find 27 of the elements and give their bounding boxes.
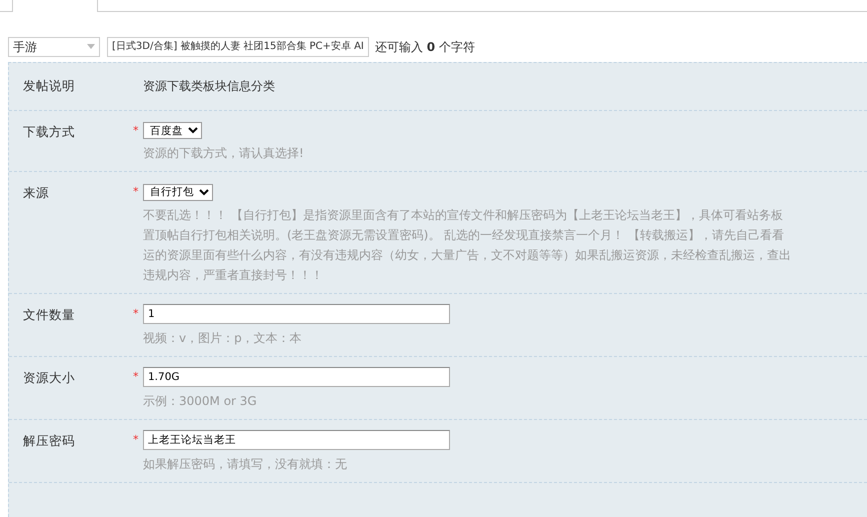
title-input[interactable]: [日式3D/合集] 被触摸的人妻 社团15部合集 PC+安卓 AI <box>107 36 369 56</box>
dropdown[interactable]: 百度盘 <box>143 122 202 140</box>
dropdown[interactable]: 自行打包 <box>143 184 213 201</box>
required-mark: * <box>133 368 140 385</box>
field-text: 资源下载类板块信息分类 <box>142 78 275 95</box>
field-label: 资源大小 <box>23 368 76 387</box>
input-field[interactable]: 1.70G <box>143 366 450 387</box>
required-mark: * <box>133 432 140 448</box>
hint-text: 示例：3000M or 3G <box>143 392 258 410</box>
field-label: 解压密码 <box>23 432 76 450</box>
required-mark: * <box>133 184 140 200</box>
input-field[interactable]: 1 <box>143 304 450 324</box>
field-label: 下载方式 <box>23 122 76 141</box>
field-label: 文件数量 <box>23 306 76 324</box>
hint-text: 视频：v，图片：p，文本：本 <box>143 330 303 347</box>
required-mark: * <box>133 306 140 322</box>
hint-text: 如果解压密码，请填写，没有就填：无 <box>143 456 348 473</box>
caret-icon <box>87 44 95 49</box>
field-label: 来源 <box>23 184 50 202</box>
required-mark: * <box>133 122 140 139</box>
hint-text: 不要乱选！！！ 【自行打包】是指资源里面含有了本站的宣传文件和解压密码为【上老王论坛当老王】，具体可看站务板 置顶帖自行打包相关说明。(老王盘资源无需设置密码)。 乱选的一经发现直接禁言一个月！ 【转载搬运】，请先自己看看 运的资源里面有些什么内容，有没有违规内容（幼女，大量广告，文不对题等等）如果乱搬运资源，未经检查乱搬运，查出 违规内容，严重者直接封号！！！ <box>143 206 792 284</box>
input-field[interactable]: 上老王论坛当老王 <box>143 430 450 450</box>
char-counter: 还可输入 0 个字符 <box>374 38 475 56</box>
field-label: 发帖说明 <box>23 77 76 95</box>
tab[interactable] <box>12 0 98 12</box>
hint-text: 资源的下载方式，请认真选择! <box>143 145 305 162</box>
category-select[interactable]: 手游 <box>8 36 100 56</box>
